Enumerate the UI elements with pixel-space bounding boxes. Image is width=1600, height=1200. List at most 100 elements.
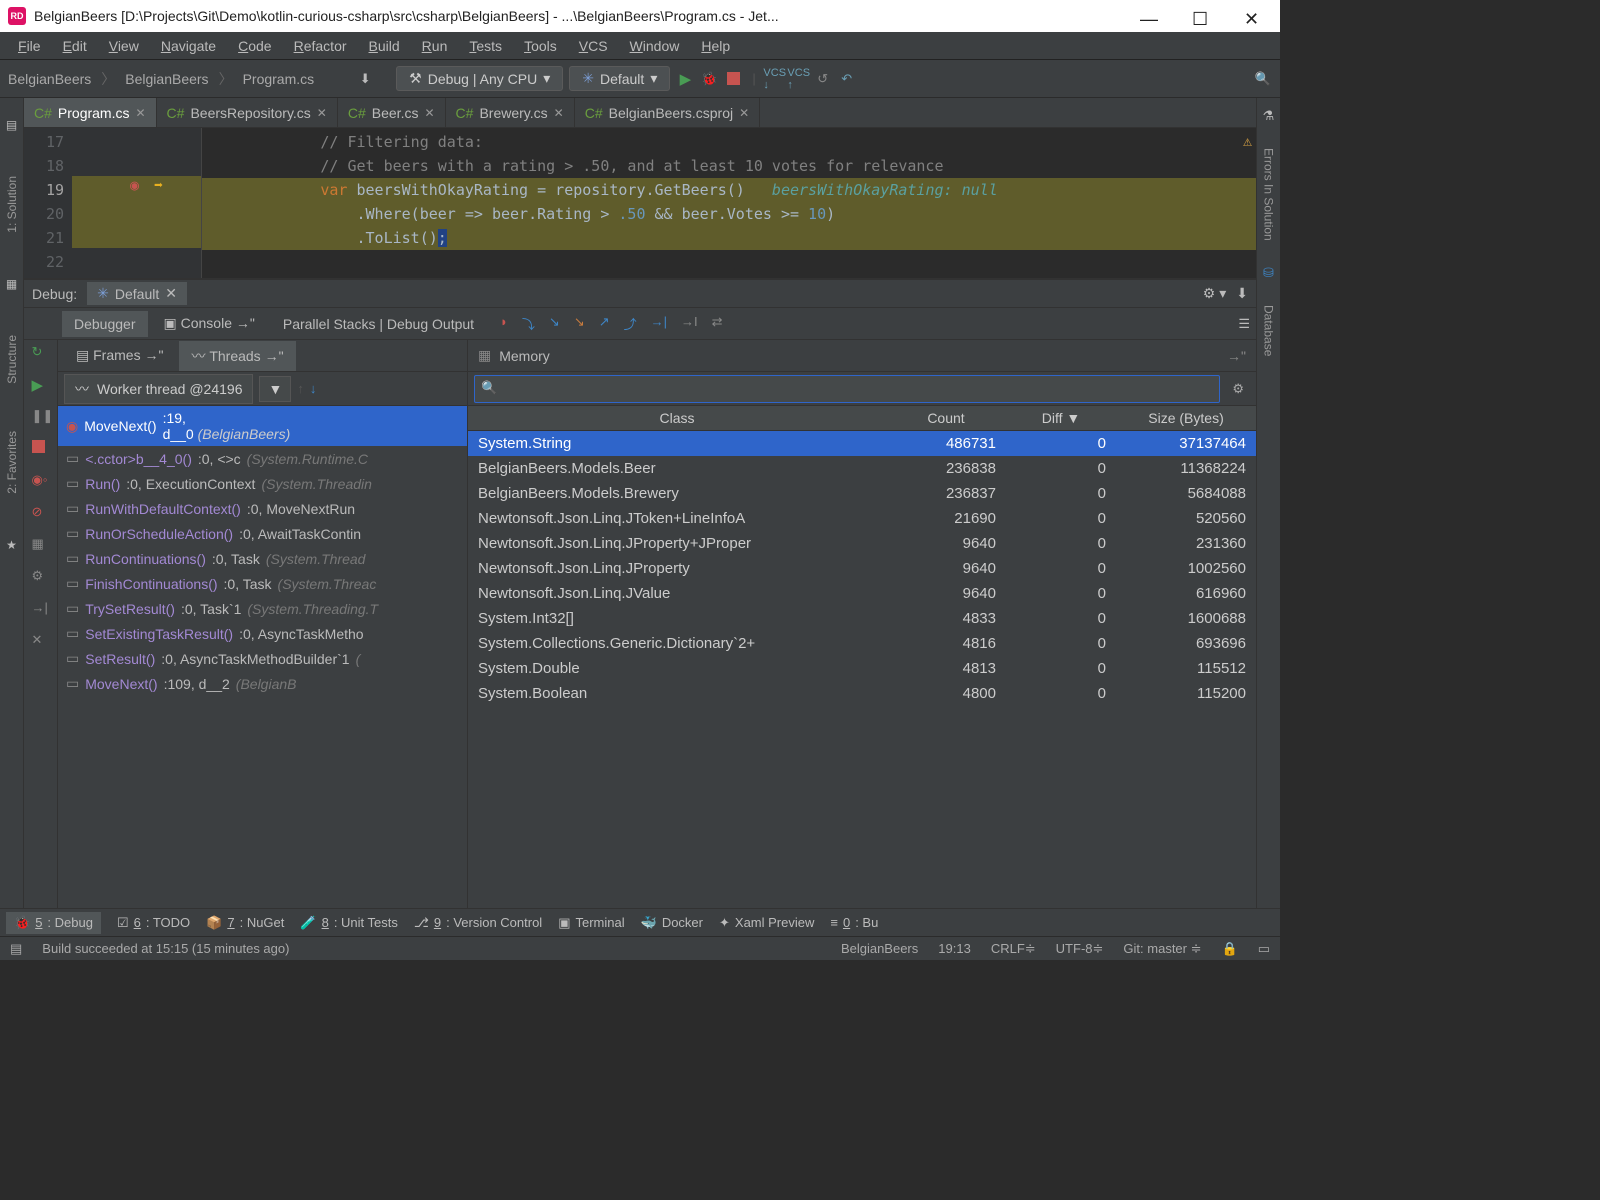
- stop-button[interactable]: [724, 70, 742, 88]
- database-icon[interactable]: ⛁: [1263, 265, 1274, 281]
- favorites-star-icon[interactable]: ★: [6, 538, 17, 552]
- menu-code[interactable]: Code: [228, 35, 281, 57]
- status-caret[interactable]: 19:13: [938, 941, 971, 956]
- step-over-icon[interactable]: ⤵: [522, 314, 535, 333]
- settings-icon[interactable]: ⇄: [712, 314, 723, 333]
- gear-icon[interactable]: ⚙ ▾: [1203, 285, 1226, 302]
- menu-file[interactable]: File: [8, 35, 51, 57]
- header-count[interactable]: Count: [886, 406, 1006, 430]
- tool-window-button[interactable]: ☑ 6: TODO: [117, 915, 190, 931]
- tool-window-button[interactable]: ⎇ 9: Version Control: [414, 915, 542, 931]
- solution-tool-icon[interactable]: ▤: [6, 118, 17, 132]
- editor-tab[interactable]: C#BelgianBeers.csproj✕: [575, 98, 760, 127]
- tool-window-button[interactable]: ✦ Xaml Preview: [719, 915, 814, 931]
- close-icon[interactable]: ✕: [317, 106, 327, 120]
- tab-console[interactable]: ▣ Console →": [152, 310, 267, 337]
- run-configuration-select[interactable]: ⚒ Debug | Any CPU ▾: [396, 66, 563, 91]
- errors-tool-button[interactable]: Errors In Solution: [1258, 144, 1280, 245]
- debug-button[interactable]: 🐞: [700, 70, 718, 88]
- mute-breakpoints-icon[interactable]: ⊘: [32, 504, 50, 522]
- memory-table[interactable]: Class Count Diff ▼ Size (Bytes) System.S…: [468, 406, 1256, 908]
- resume-icon[interactable]: ▶: [32, 376, 50, 394]
- editor-tab[interactable]: C#Program.cs✕: [24, 98, 157, 127]
- memory-table-header[interactable]: Class Count Diff ▼ Size (Bytes): [468, 406, 1256, 431]
- close-icon[interactable]: ✕: [739, 106, 749, 120]
- memory-row[interactable]: BelgianBeers.Models.Beer236838011368224: [468, 456, 1256, 481]
- close-icon[interactable]: ✕: [554, 106, 564, 120]
- rerun-icon[interactable]: ↻: [32, 344, 50, 362]
- memory-row[interactable]: System.Collections.Generic.Dictionary`2+…: [468, 631, 1256, 656]
- close-icon[interactable]: ✕: [135, 106, 145, 120]
- header-diff[interactable]: Diff ▼: [1006, 406, 1116, 430]
- header-size[interactable]: Size (Bytes): [1116, 406, 1256, 430]
- collapse-icon[interactable]: →": [1227, 348, 1246, 364]
- pause-icon[interactable]: ❚❚: [32, 408, 50, 426]
- tab-frames[interactable]: ▤ Frames →": [64, 342, 175, 369]
- breadcrumb[interactable]: BelgianBeers 〉 BelgianBeers 〉 Program.cs: [8, 69, 314, 89]
- header-class[interactable]: Class: [468, 406, 886, 430]
- tool-window-button[interactable]: 📦 7: NuGet: [206, 915, 284, 931]
- close-icon[interactable]: ✕: [165, 285, 177, 302]
- stack-frame[interactable]: ▭ RunWithDefaultContext():0, MoveNextRun: [58, 496, 467, 521]
- memory-row[interactable]: System.Boolean48000115200: [468, 681, 1256, 706]
- flask-icon[interactable]: ⚗: [1263, 108, 1275, 124]
- run-to-cursor-icon[interactable]: →|: [651, 314, 667, 333]
- tool-window-button[interactable]: ≡ 0: Bu: [830, 915, 878, 930]
- vcs-commit-icon[interactable]: VCS↑: [790, 70, 808, 88]
- force-step-into-icon[interactable]: ↘: [574, 314, 585, 333]
- frames-list[interactable]: ◉ MoveNext():19, d__0 (BelgianBeers)▭ <.…: [58, 406, 467, 908]
- notifications-icon[interactable]: ▭: [1258, 941, 1270, 957]
- launch-profile-select[interactable]: ✳ Default ▾: [569, 66, 670, 91]
- evaluate-icon[interactable]: →I: [681, 314, 698, 333]
- breadcrumb-item[interactable]: Program.cs: [243, 71, 315, 87]
- code-editor[interactable]: ⚠ 17181920212223 ◉➡ // Filtering data: /…: [24, 128, 1256, 278]
- stack-frame[interactable]: ▭ SetResult():0, AsyncTaskMethodBuilder`…: [58, 646, 467, 671]
- code-content[interactable]: // Filtering data: // Get beers with a r…: [202, 128, 1256, 278]
- memory-row[interactable]: Newtonsoft.Json.Linq.JValue96400616960: [468, 581, 1256, 606]
- vcs-update-icon[interactable]: VCS↓: [766, 70, 784, 88]
- stack-frame[interactable]: ▭ RunOrScheduleAction():0, AwaitTaskCont…: [58, 521, 467, 546]
- drop-frame-icon[interactable]: ⤴: [624, 314, 637, 333]
- stack-frame[interactable]: ▭ MoveNext():109, d__2 (BelgianB: [58, 671, 467, 696]
- next-frame-icon[interactable]: ↓: [310, 381, 317, 396]
- memory-row[interactable]: Newtonsoft.Json.Linq.JToken+LineInfoA216…: [468, 506, 1256, 531]
- stop-icon[interactable]: [32, 440, 50, 458]
- tool-window-button[interactable]: 🧪 8: Unit Tests: [300, 915, 397, 931]
- structure-tool-button[interactable]: Structure: [1, 331, 23, 388]
- layout-icon[interactable]: ▦: [32, 536, 50, 554]
- step-into-icon[interactable]: ↘: [549, 314, 560, 333]
- history-icon[interactable]: ↺: [814, 70, 832, 88]
- tab-threads[interactable]: 〰 Threads →": [179, 341, 295, 371]
- status-icon[interactable]: ▤: [10, 941, 22, 957]
- menu-refactor[interactable]: Refactor: [284, 35, 357, 57]
- stack-frame[interactable]: ▭ Run():0, ExecutionContext (System.Thre…: [58, 471, 467, 496]
- menu-vcs[interactable]: VCS: [569, 35, 618, 57]
- search-everywhere-icon[interactable]: 🔍: [1254, 70, 1272, 88]
- memory-row[interactable]: BelgianBeers.Models.Brewery2368370568408…: [468, 481, 1256, 506]
- editor-tab[interactable]: C#Brewery.cs✕: [446, 98, 575, 127]
- menu-tools[interactable]: Tools: [514, 35, 567, 57]
- menu-edit[interactable]: Edit: [53, 35, 97, 57]
- step-out-icon[interactable]: ↗: [599, 314, 610, 333]
- menu-view[interactable]: View: [99, 35, 149, 57]
- download-icon[interactable]: ⬇: [356, 70, 374, 88]
- menu-window[interactable]: Window: [620, 35, 690, 57]
- gear-icon[interactable]: ⚙: [1226, 381, 1250, 397]
- minimize-button[interactable]: —: [1140, 9, 1154, 23]
- download-icon[interactable]: ⬇: [1236, 285, 1248, 302]
- solution-tool-button[interactable]: 1: Solution: [1, 172, 23, 237]
- maximize-button[interactable]: ☐: [1192, 9, 1206, 23]
- thread-selector[interactable]: 〰 Worker thread @24196: [64, 374, 253, 404]
- thread-dropdown[interactable]: ▼: [259, 376, 291, 402]
- breakpoint-gutter[interactable]: ◉➡: [72, 128, 202, 278]
- layout-icon[interactable]: ☰: [1238, 316, 1250, 332]
- view-breakpoints-icon[interactable]: ◉◦: [32, 472, 50, 490]
- memory-row[interactable]: Newtonsoft.Json.Linq.JProperty9640010025…: [468, 556, 1256, 581]
- close-icon[interactable]: ✕: [32, 632, 50, 650]
- memory-row[interactable]: System.String486731037137464: [468, 431, 1256, 456]
- favorites-tool-button[interactable]: 2: Favorites: [1, 427, 23, 498]
- memory-row[interactable]: System.Int32[]483301600688: [468, 606, 1256, 631]
- tool-window-button[interactable]: 🐳 Docker: [641, 915, 703, 931]
- memory-search-input[interactable]: [474, 375, 1220, 403]
- stack-frame[interactable]: ▭ SetExistingTaskResult():0, AsyncTaskMe…: [58, 621, 467, 646]
